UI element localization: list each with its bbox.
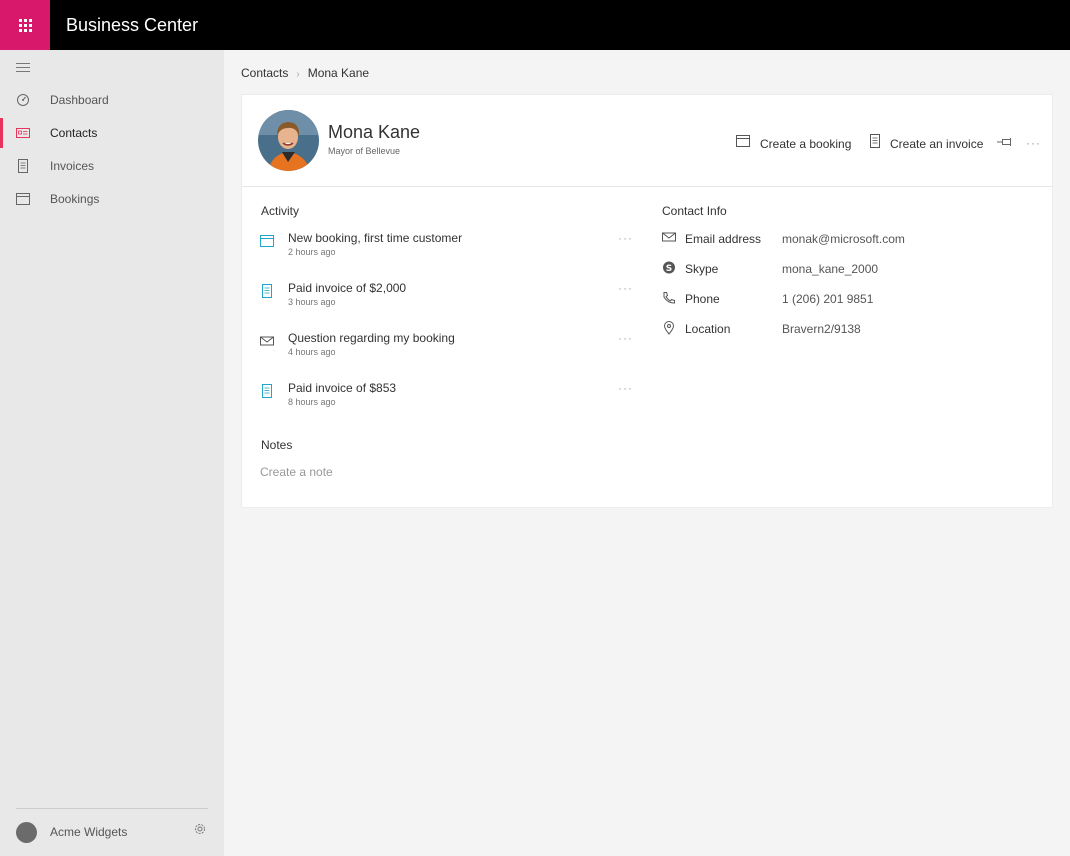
contact-info-label: Phone — [685, 292, 720, 306]
dashboard-icon — [17, 94, 29, 106]
more-options-icon[interactable]: ··· — [618, 282, 633, 294]
create-invoice-button[interactable]: Create an invoice — [868, 134, 984, 151]
svg-text:S: S — [666, 264, 672, 274]
org-avatar[interactable] — [16, 822, 37, 843]
top-bar: Business Center — [0, 0, 1070, 50]
create-booking-button[interactable]: Create a booking — [736, 135, 851, 151]
activity-item[interactable]: Paid invoice of $853 8 hours ago ··· — [260, 381, 640, 415]
sidebar-divider — [16, 808, 208, 809]
contact-info-row-skype: S Skype mona_kane_2000 — [662, 261, 1042, 279]
contact-card: Mona Kane Mayor of Bellevue Create a boo… — [241, 94, 1053, 508]
email-value[interactable]: monak@microsoft.com — [782, 232, 905, 246]
calendar-icon — [16, 193, 30, 205]
org-name[interactable]: Acme Widgets — [50, 825, 127, 839]
activity-item[interactable]: Paid invoice of $2,000 3 hours ago ··· — [260, 281, 640, 315]
activity-title: Paid invoice of $853 — [288, 381, 397, 395]
contact-info-label: Location — [685, 322, 731, 336]
contact-title: Mayor of Bellevue — [328, 146, 401, 156]
more-options-icon[interactable]: ··· — [618, 382, 633, 394]
sidebar-item-dashboard[interactable]: Dashboard — [0, 85, 224, 115]
sidebar-item-label: Contacts — [50, 126, 98, 140]
notes-heading: Notes — [261, 438, 293, 452]
app-title: Business Center — [66, 15, 199, 35]
chevron-right-icon: › — [296, 69, 300, 80]
mail-icon — [662, 232, 676, 242]
more-options-icon[interactable]: ··· — [1026, 137, 1041, 149]
contact-card-icon — [16, 128, 30, 138]
hamburger-menu-icon[interactable] — [16, 63, 30, 73]
invoice-icon — [18, 159, 28, 173]
contact-info-row-phone: Phone 1 (206) 201 9851 — [662, 291, 1042, 309]
sidebar-item-label: Invoices — [50, 159, 95, 173]
phone-icon — [663, 292, 675, 304]
activity-title: New booking, first time customer — [288, 231, 463, 245]
more-options-icon[interactable]: ··· — [618, 232, 633, 244]
create-invoice-label: Create an invoice — [890, 137, 984, 151]
more-options-icon[interactable]: ··· — [618, 332, 633, 344]
activity-time: 2 hours ago — [288, 247, 336, 257]
calendar-icon — [260, 235, 274, 247]
breadcrumb-contacts-link[interactable]: Contacts — [241, 66, 288, 80]
breadcrumb: Contacts › Mona Kane — [241, 66, 369, 82]
contact-name: Mona Kane — [328, 122, 421, 142]
app-launcher-button[interactable] — [0, 0, 50, 50]
invoice-icon — [262, 284, 272, 298]
pin-icon[interactable] — [997, 137, 1013, 147]
contact-info-label: Email address — [685, 232, 762, 246]
activity-item[interactable]: Question regarding my booking 4 hours ag… — [260, 331, 640, 365]
phone-value[interactable]: 1 (206) 201 9851 — [782, 292, 873, 306]
invoice-icon — [262, 384, 272, 398]
sidebar-item-label: Dashboard — [50, 93, 109, 107]
sidebar-item-invoices[interactable]: Invoices — [0, 151, 224, 181]
invoice-icon — [870, 134, 880, 148]
contact-header: Mona Kane Mayor of Bellevue Create a boo… — [242, 95, 1052, 187]
activity-item[interactable]: New booking, first time customer 2 hours… — [260, 231, 640, 265]
create-note-input[interactable]: Create a note — [260, 465, 560, 479]
activity-title: Paid invoice of $2,000 — [288, 281, 407, 295]
create-booking-label: Create a booking — [760, 137, 852, 151]
location-value: Bravern2/9138 — [782, 322, 861, 336]
sidebar-item-label: Bookings — [50, 192, 100, 206]
sidebar-item-contacts[interactable]: Contacts — [0, 118, 224, 148]
activity-heading: Activity — [261, 204, 300, 218]
sidebar: Dashboard Contacts Invoices Bookings Acm… — [0, 50, 224, 856]
skype-value[interactable]: mona_kane_2000 — [782, 262, 878, 276]
contact-info-heading: Contact Info — [662, 204, 727, 218]
activity-time: 3 hours ago — [288, 297, 336, 307]
contact-info-row-email: Email address monak@microsoft.com — [662, 231, 1042, 249]
activity-time: 4 hours ago — [288, 347, 336, 357]
sidebar-item-bookings[interactable]: Bookings — [0, 184, 224, 214]
calendar-icon — [736, 135, 750, 147]
activity-time: 8 hours ago — [288, 397, 336, 407]
location-pin-icon — [663, 321, 675, 335]
breadcrumb-current: Mona Kane — [307, 66, 370, 80]
active-indicator — [0, 118, 3, 148]
contact-info-row-location: Location Bravern2/9138 — [662, 321, 1042, 339]
mail-icon — [260, 336, 274, 346]
gear-icon[interactable] — [193, 822, 207, 836]
contact-info-label: Skype — [685, 262, 719, 276]
activity-title: Question regarding my booking — [288, 331, 455, 345]
skype-icon: S — [663, 261, 675, 274]
avatar — [258, 110, 319, 171]
